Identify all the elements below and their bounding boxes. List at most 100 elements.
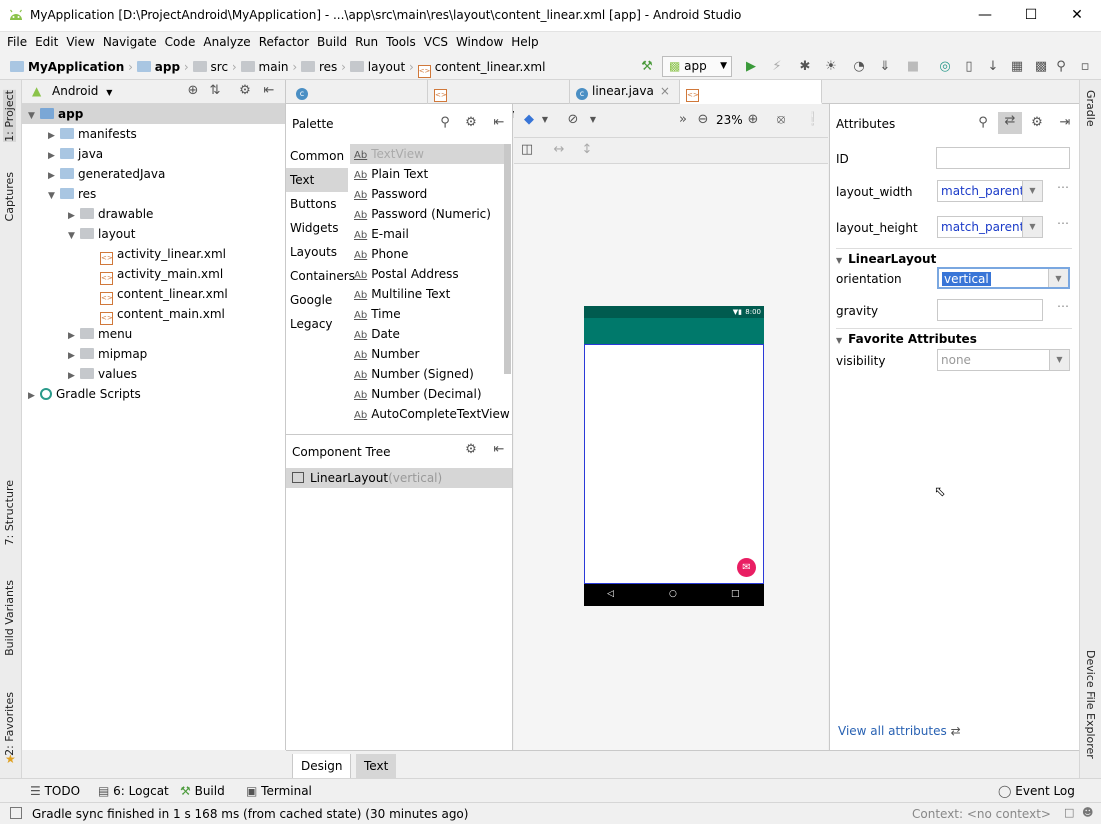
hide-panel-icon[interactable]: ⇤ [260, 82, 278, 100]
tree-item-res[interactable]: ▼ res [22, 184, 285, 204]
sync-gradle-icon[interactable]: ◎ [936, 58, 954, 76]
tree-item-drawable[interactable]: ▶ drawable [22, 204, 285, 224]
gear-icon[interactable]: ⚙ [462, 114, 480, 132]
tree-item-mipmap[interactable]: ▶ mipmap [22, 344, 285, 364]
tool-tab-device-file-explorer[interactable]: Device File Explorer [1084, 650, 1097, 759]
gear-icon[interactable]: ⚙ [1028, 114, 1046, 132]
more-icon[interactable]: » [674, 111, 692, 129]
tool-tab-structure[interactable]: 7: Structure [3, 480, 16, 545]
layout-width-select[interactable]: match_parent ▼ [937, 180, 1043, 202]
tree-item-generatedjava[interactable]: ▶ generatedJava [22, 164, 285, 184]
project-view-select[interactable]: Android ▼ [52, 84, 112, 98]
component-tree-item-linearlayout[interactable]: LinearLayout(vertical) [286, 468, 512, 488]
tree-item-activity-linear-xml[interactable]: <> activity_linear.xml [22, 244, 285, 265]
menu-code[interactable]: Code [161, 32, 200, 49]
device-icon[interactable]: ▩ [1032, 58, 1050, 76]
avd-manager-icon[interactable]: ▯ [960, 58, 978, 76]
breadcrumb-item-app[interactable]: app [155, 60, 180, 74]
tree-item-activity-main-xml[interactable]: <> activity_main.xml [22, 264, 285, 285]
view-all-attributes-link[interactable]: View all attributes ⇄ [838, 724, 961, 738]
chevron-down-icon[interactable]: ▼ [28, 106, 40, 126]
tree-item-content-linear-xml[interactable]: <> content_linear.xml [22, 284, 285, 305]
menu-help[interactable]: Help [507, 32, 542, 49]
menu-build[interactable]: Build [313, 32, 351, 49]
fab-mail-icon[interactable]: ✉ [737, 558, 756, 577]
gear-icon[interactable]: ⚙ [462, 441, 480, 459]
gravity-more-button[interactable]: ⋯ [1057, 299, 1069, 313]
tool-tab-gradle[interactable]: Gradle [1084, 90, 1097, 127]
menu-navigate[interactable]: Navigate [99, 32, 161, 49]
inspector-icon[interactable]: ☻ [1082, 806, 1093, 819]
palette-item-autocompletetextview[interactable]: Ab AutoCompleteTextView [350, 404, 510, 424]
close-button[interactable]: ✕ [1054, 0, 1100, 32]
menu-window[interactable]: Window [452, 32, 507, 49]
apply-changes-icon[interactable]: ⚡ [768, 58, 786, 76]
expand-vertical-icon[interactable]: ↕ [578, 141, 596, 159]
close-icon[interactable]: × [660, 84, 670, 98]
search-icon[interactable]: ⚲ [1052, 58, 1070, 76]
palette-item-postal-address[interactable]: Ab Postal Address [350, 264, 508, 284]
breadcrumb-item-layout[interactable]: layout [368, 60, 405, 74]
attach-debugger-icon[interactable]: ⇓ [876, 58, 894, 76]
swap-view-icon[interactable]: ⇄ [998, 112, 1022, 134]
make-project-hammer-icon[interactable]: ⚒ [638, 58, 656, 76]
tab-mainactivity-java[interactable]: cMainActivity.java× [290, 80, 428, 121]
locate-icon[interactable]: ⊕ [184, 82, 202, 100]
menu-run[interactable]: Run [351, 32, 382, 49]
zoom-in-icon[interactable]: ⊕ [744, 111, 762, 129]
menu-edit[interactable]: Edit [31, 32, 62, 49]
status-toggle-icon[interactable] [10, 807, 22, 819]
tab-design[interactable]: Design [292, 754, 352, 779]
breadcrumb-item-myapplication[interactable]: MyApplication [28, 60, 124, 74]
build-button[interactable]: ⚒ Build [180, 784, 225, 798]
id-input[interactable] [936, 147, 1070, 169]
palette-item-phone[interactable]: Ab Phone [350, 244, 508, 264]
maximize-button[interactable]: ☐ [1008, 0, 1054, 32]
tree-item-layout[interactable]: ▼ layout [22, 224, 285, 244]
chevron-right-icon[interactable]: ▶ [68, 366, 80, 386]
section-linearlayout[interactable]: ▼ LinearLayout [836, 248, 1072, 268]
run-config-select[interactable]: ▩ app ▼ [662, 56, 732, 77]
minimize-button[interactable]: — [962, 0, 1008, 32]
menu-analyze[interactable]: Analyze [199, 32, 254, 49]
hide-panel-icon[interactable]: ⇥ [1056, 114, 1074, 132]
tab-content-linear-xml[interactable]: <>content_linear.xml× [680, 80, 822, 121]
tree-item-gradle-scripts[interactable]: ▶ Gradle Scripts [22, 384, 285, 404]
breadcrumb-item-res[interactable]: res [319, 60, 337, 74]
menu-file[interactable]: File [3, 32, 31, 49]
zoom-fit-icon[interactable]: ⦻ [772, 111, 790, 129]
tree-item-content-main-xml[interactable]: <> content_main.xml [22, 304, 285, 325]
chevron-down-icon[interactable]: ▼ [48, 186, 60, 206]
logcat-button[interactable]: ▤ 6: Logcat [98, 784, 169, 798]
tree-item-values[interactable]: ▶ values [22, 364, 285, 384]
run-icon[interactable]: ▶ [742, 58, 760, 76]
chevron-right-icon[interactable]: ▶ [48, 166, 60, 186]
layout-height-select[interactable]: match_parent ▼ [937, 216, 1043, 238]
sdk-manager-icon[interactable]: ↓ [984, 58, 1002, 76]
menu-refactor[interactable]: Refactor [255, 32, 313, 49]
expand-horizontal-icon[interactable]: ↔ [550, 141, 568, 159]
tab-text[interactable]: Text [356, 754, 397, 779]
tree-item-manifests[interactable]: ▶ manifests [22, 124, 285, 144]
hide-panel-icon[interactable]: ⇤ [490, 114, 508, 132]
warning-icon[interactable]: ❕ [804, 111, 822, 129]
chevron-right-icon[interactable]: ▶ [48, 126, 60, 146]
terminal-button[interactable]: ▣ Terminal [246, 784, 312, 798]
hide-panel-icon[interactable]: ⇤ [490, 441, 508, 459]
palette-item-password-numeric-[interactable]: Ab Password (Numeric) [350, 204, 508, 224]
palette-item-password[interactable]: Ab Password [350, 184, 508, 204]
search-icon[interactable]: ⚲ [974, 114, 992, 132]
chevron-right-icon[interactable]: ▶ [68, 206, 80, 226]
tool-tab-build-variants[interactable]: Build Variants [3, 580, 16, 656]
profile-icon[interactable]: ☀ [822, 58, 840, 76]
orientation-icon[interactable]: ⊘ [564, 111, 582, 129]
tool-tab-captures[interactable]: Captures [3, 172, 16, 221]
breadcrumb-item-src[interactable]: src [211, 60, 229, 74]
layout-width-more-button[interactable]: ⋯ [1057, 180, 1069, 194]
search-icon[interactable]: ⚲ [436, 114, 454, 132]
device-content[interactable] [584, 344, 764, 584]
chevron-down-icon[interactable]: ▼ [68, 226, 80, 246]
gauge-icon[interactable]: ◔ [850, 58, 868, 76]
layout-height-more-button[interactable]: ⋯ [1057, 216, 1069, 230]
breadcrumb-item-main[interactable]: main [259, 60, 289, 74]
